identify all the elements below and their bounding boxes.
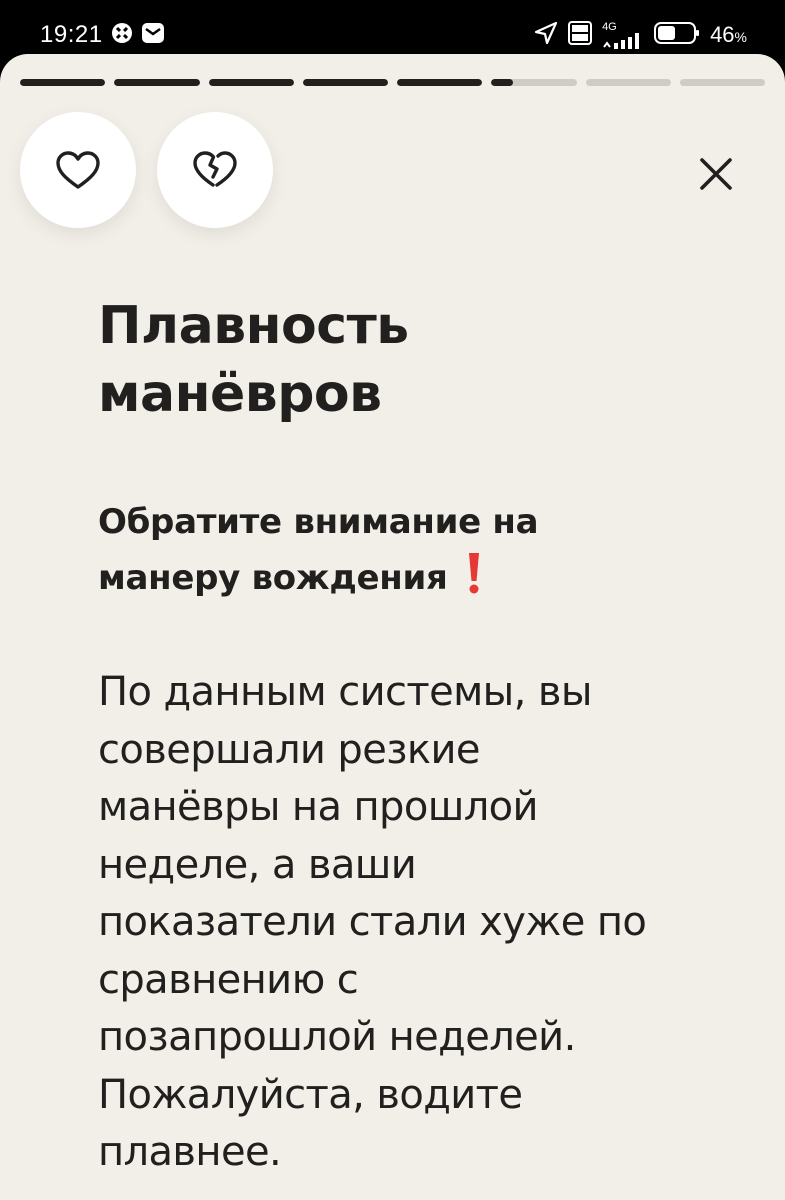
progress-segment-fill	[208, 79, 294, 86]
progress-segment-fill	[114, 79, 200, 86]
progress-segment	[491, 79, 577, 86]
progress-segment-fill	[302, 79, 388, 86]
progress-segment	[679, 79, 765, 86]
story-body-line: манёвры на прошлой	[98, 784, 539, 830]
progress-segment-fill	[491, 79, 513, 86]
heart-icon	[56, 151, 100, 189]
story-body-line: Пожалуйста, водите	[98, 1071, 523, 1118]
broken-heart-icon	[193, 151, 237, 187]
story-title: Плавность манёвров	[98, 292, 718, 428]
story-subtitle-line: Обратите внимание на	[98, 502, 539, 542]
status-bar: 19:21 4G 46%	[0, 0, 785, 62]
network-type-label: 4G	[602, 20, 617, 33]
progress-segment	[208, 79, 294, 86]
story-subtitle: Обратите внимание на манеру вождения	[98, 494, 718, 606]
story-content: Плавность манёвров Обратите внимание на …	[98, 292, 718, 1182]
story-body-line: сравнению с	[98, 956, 359, 1003]
mail-icon	[141, 22, 165, 48]
progress-segment	[585, 79, 671, 86]
progress-segment-fill	[20, 79, 106, 86]
progress-segment	[20, 79, 106, 86]
story-title-line: Плавность	[98, 296, 409, 356]
close-icon	[700, 158, 732, 190]
story-card: Плавность манёвров Обратите внимание на …	[0, 54, 785, 1200]
progress-segment	[114, 79, 200, 86]
battery-icon	[654, 21, 700, 49]
like-button[interactable]	[20, 112, 136, 228]
story-title-line: манёвров	[98, 364, 382, 424]
progress-segment	[397, 79, 483, 86]
story-body-line: неделе, а ваши	[98, 841, 417, 888]
clock: 19:21	[40, 21, 103, 48]
progress-segment	[302, 79, 388, 86]
signal-icon: 4G	[602, 20, 644, 49]
story-body-line: совершали резкие	[98, 726, 480, 773]
status-left: 19:21	[40, 20, 165, 50]
exclamation-mark-icon	[466, 551, 482, 595]
app-notification-icon	[111, 22, 133, 48]
volte-icon	[568, 21, 593, 49]
location-arrow-icon	[534, 21, 558, 49]
status-right: 4G 46%	[534, 20, 747, 50]
story-body-line: По данным системы, вы	[98, 669, 592, 715]
story-body-line: показатели стали хуже по	[98, 899, 647, 945]
dislike-button[interactable]	[157, 112, 273, 228]
battery-percent: 46%	[710, 22, 747, 47]
story-subtitle-line: манеру вождения	[98, 550, 718, 606]
story-body: По данным системы, вы совершали резкие ман…	[98, 664, 718, 1182]
close-button[interactable]	[692, 150, 740, 198]
progress-segment-fill	[397, 79, 483, 86]
story-progress-bar	[20, 79, 765, 86]
story-body-line: позапрошлой неделей.	[98, 1014, 576, 1060]
story-body-line: плавнее.	[98, 1129, 282, 1175]
